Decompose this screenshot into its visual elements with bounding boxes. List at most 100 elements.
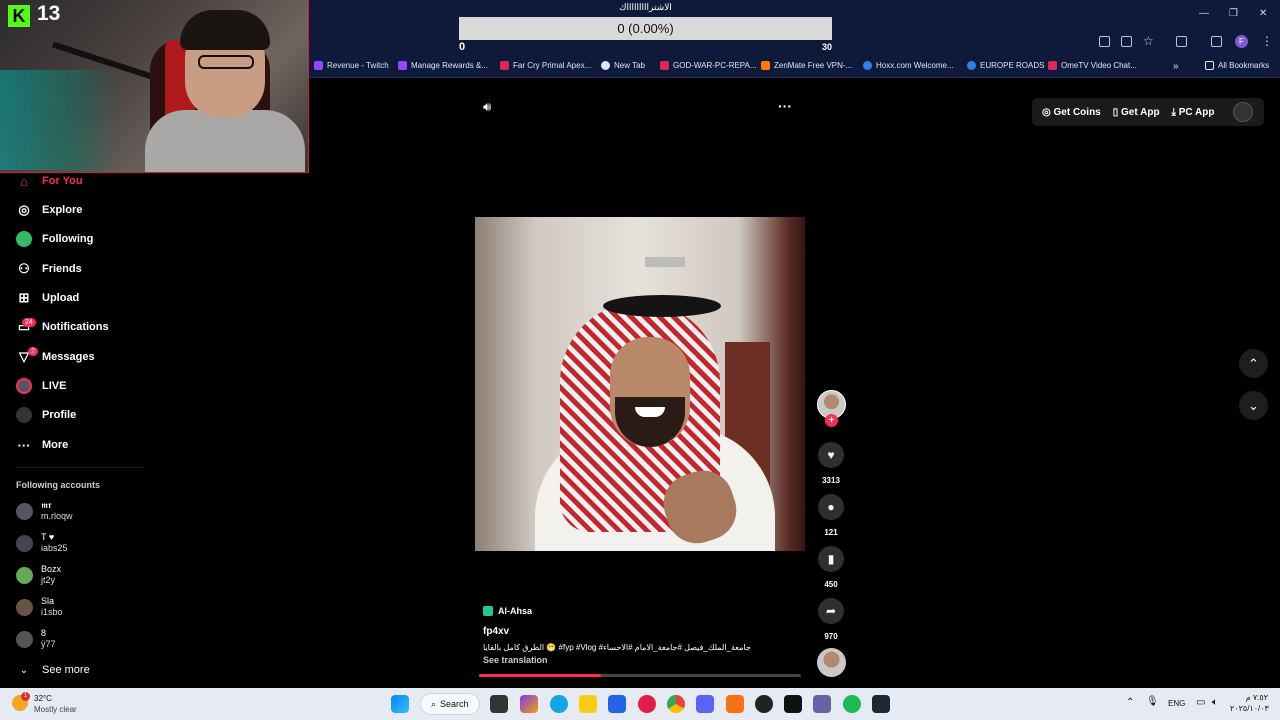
speaker-icon[interactable]: 🔈︎ xyxy=(1212,697,1218,708)
bookmark-star-icon[interactable]: ☆ xyxy=(1143,34,1154,48)
volume-icon[interactable]: 🔊︎ xyxy=(483,99,491,115)
window-minimize-button[interactable]: — xyxy=(1199,8,1209,19)
following-account[interactable]: 𝖒𝖗 m.rloqw xyxy=(16,500,73,522)
sidebar-item-following[interactable]: Following xyxy=(16,228,93,250)
taskbar-search[interactable]: ⌕ Search xyxy=(420,693,480,715)
sidebar-item-explore[interactable]: ◎ Explore xyxy=(16,199,82,221)
sidebar-item-profile[interactable]: Profile xyxy=(16,404,76,426)
following-account[interactable]: 8 ÿ77 xyxy=(16,628,56,650)
sidebar-item-more[interactable]: ··· More xyxy=(16,434,69,456)
chevron-up-icon[interactable]: ⌃ xyxy=(1126,697,1134,708)
edge-icon[interactable] xyxy=(550,695,568,713)
network-icon[interactable]: ▭ xyxy=(1196,697,1205,708)
following-account[interactable]: Sla i1sbo xyxy=(16,596,63,618)
bookmark-item[interactable]: OmeTV Video Chat... xyxy=(1048,61,1137,70)
compass-icon: ◎ xyxy=(18,202,30,217)
opera-icon[interactable] xyxy=(638,695,656,713)
home-icon: ⌂ xyxy=(20,173,28,189)
avatar xyxy=(16,566,33,584)
microphone-icon[interactable]: 🎙︎ xyxy=(1146,696,1159,707)
see-translation-link[interactable]: See translation xyxy=(483,655,548,665)
sidebar-item-upload[interactable]: ⊞ Upload xyxy=(16,287,80,309)
comment-icon[interactable]: ● xyxy=(818,494,844,520)
kick-logo: K xyxy=(8,5,30,27)
follow-plus-icon[interactable]: + xyxy=(825,414,838,427)
extensions-icon[interactable] xyxy=(1176,36,1187,47)
app-icon[interactable] xyxy=(726,695,744,713)
reading-list-icon[interactable] xyxy=(1211,36,1222,47)
clock-date[interactable]: ٢٠٢٥/١٠/٠٣ xyxy=(1230,704,1269,713)
all-bookmarks-button[interactable]: All Bookmarks xyxy=(1205,61,1269,70)
bookmark-item[interactable]: Revenue - Twitch xyxy=(314,61,389,70)
music-disc-icon[interactable] xyxy=(817,648,846,677)
store-icon[interactable] xyxy=(608,695,626,713)
pc-app-button[interactable]: ⤓ PC App xyxy=(1172,107,1215,118)
following-account[interactable]: Bozx jt2y xyxy=(16,564,61,586)
weather-temp[interactable]: 32°C xyxy=(34,694,52,703)
avatar xyxy=(16,598,33,616)
heart-icon[interactable]: ♥ xyxy=(818,442,844,468)
chrome-icon[interactable] xyxy=(667,695,685,713)
subscription-goal-text: 0 (0.00%) xyxy=(617,21,674,36)
previous-video-button[interactable]: ⌃ xyxy=(1239,349,1268,378)
epic-games-icon[interactable] xyxy=(784,695,802,713)
copilot-icon[interactable] xyxy=(520,695,538,713)
site-icon xyxy=(660,61,669,70)
sidebar-item-friends[interactable]: ⚇ Friends xyxy=(16,258,82,280)
more-bookmarks-button[interactable]: » xyxy=(1173,61,1179,72)
bookmark-item[interactable]: New Tab xyxy=(601,61,645,70)
next-video-button[interactable]: ⌄ xyxy=(1239,391,1268,420)
bookmark-item[interactable]: Manage Rewards &... xyxy=(398,61,488,70)
language-indicator[interactable]: ENG xyxy=(1168,699,1185,708)
get-coins-button[interactable]: ◎ Get Coins xyxy=(1042,107,1101,118)
goal-max-label: 30 xyxy=(822,42,833,52)
following-account[interactable]: T ♥ iabs25 xyxy=(16,532,68,554)
goal-min-label: 0 xyxy=(459,41,466,53)
discord-icon[interactable] xyxy=(696,695,714,713)
file-explorer-icon[interactable] xyxy=(579,695,597,713)
cast-icon[interactable] xyxy=(1099,36,1110,47)
obs-icon[interactable] xyxy=(755,695,773,713)
avatar[interactable] xyxy=(1232,102,1253,122)
site-icon xyxy=(967,61,976,70)
profile-avatar[interactable]: F xyxy=(1235,35,1248,48)
video-progress-bar[interactable] xyxy=(479,674,801,677)
bookmark-item[interactable]: ZenMate Free VPN-... xyxy=(761,61,852,70)
viewer-count: 13 xyxy=(37,2,61,25)
clock-time[interactable]: ٧:٥٢ م xyxy=(1234,693,1268,702)
bookmark-item[interactable]: Far Cry Primal Apex... xyxy=(500,61,591,70)
teams-icon[interactable] xyxy=(813,695,831,713)
task-view-icon[interactable] xyxy=(490,695,508,713)
translate-icon[interactable] xyxy=(1121,36,1132,47)
more-options-icon[interactable]: ··· xyxy=(778,98,792,114)
chevron-down-icon: ⌄ xyxy=(19,664,29,676)
location-chip[interactable]: Al-Ahsa xyxy=(483,606,532,616)
site-icon xyxy=(500,61,509,70)
bookmark-item[interactable]: Hoxx.com Welcome... xyxy=(863,61,954,70)
author-name[interactable]: fp4xv xyxy=(483,626,509,637)
spotify-icon[interactable] xyxy=(843,695,861,713)
video-player[interactable] xyxy=(475,217,805,551)
friends-icon: ⚇ xyxy=(18,261,30,276)
window-restore-button[interactable]: ❐ xyxy=(1229,8,1238,19)
avatar xyxy=(16,534,33,552)
bookmark-item[interactable]: GOD-WAR-PC-REPA... xyxy=(660,61,757,70)
share-icon[interactable]: ➦ xyxy=(818,598,844,624)
video-caption: الطرق كامل بالفايا 😁 #fyp #Vlog #جامعة_ا… xyxy=(483,643,751,652)
sidebar-item-live[interactable]: LIVE xyxy=(16,375,66,397)
bookmark-item[interactable]: EUROPE ROADS xyxy=(967,61,1044,70)
video-progress-fill xyxy=(479,674,602,677)
weather-desc: Mostly clear xyxy=(34,705,77,714)
bookmark-icon[interactable]: ▮ xyxy=(818,546,844,572)
subscription-goal-bar: 0 (0.00%) xyxy=(459,17,832,40)
profile-icon xyxy=(16,407,32,423)
avatar xyxy=(16,502,33,520)
get-app-button[interactable]: ▯ Get App xyxy=(1113,107,1160,118)
steam-icon[interactable] xyxy=(872,695,890,713)
sidebar-divider xyxy=(16,467,144,468)
windows-start-icon[interactable] xyxy=(391,695,409,713)
window-close-button[interactable]: ✕ xyxy=(1259,8,1267,19)
sidebar-item-for-you[interactable]: ⌂ For You xyxy=(16,170,82,192)
browser-menu-icon[interactable]: ⋮ xyxy=(1261,34,1273,48)
see-more-button[interactable]: ⌄ See more xyxy=(16,659,90,681)
